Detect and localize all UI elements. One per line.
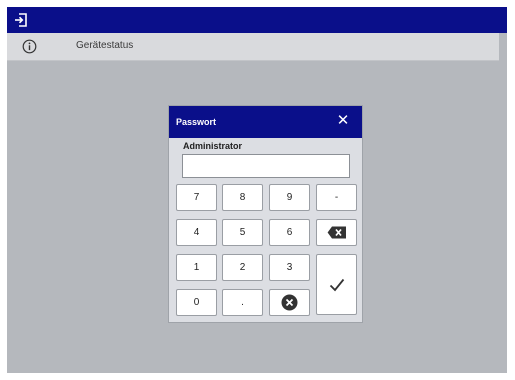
checkmark-icon (329, 278, 345, 292)
info-icon (22, 39, 37, 54)
key-decimal[interactable]: . (222, 289, 263, 316)
close-icon[interactable]: ✕ (334, 112, 352, 130)
key-8[interactable]: 8 (222, 184, 263, 211)
key-minus[interactable]: - (316, 184, 357, 211)
key-7[interactable]: 7 (176, 184, 217, 211)
backspace-icon (327, 226, 347, 239)
key-9[interactable]: 9 (269, 184, 310, 211)
key-0[interactable]: 0 (176, 289, 217, 316)
exit-icon[interactable] (13, 12, 29, 28)
password-input[interactable] (182, 154, 350, 178)
clear-button[interactable] (269, 289, 310, 316)
main-area: Gerätestatus Passwort ✕ Administrator 7 … (7, 33, 507, 373)
user-label: Administrator (183, 141, 243, 151)
confirm-button[interactable] (316, 254, 357, 315)
password-dialog: Passwort ✕ Administrator 7 8 9 - 4 5 6 1… (168, 105, 363, 323)
device-status-bar[interactable]: Gerätestatus (7, 33, 499, 61)
key-1[interactable]: 1 (176, 254, 217, 281)
dialog-header: Passwort ✕ (169, 106, 362, 138)
device-status-label: Gerätestatus (76, 40, 134, 51)
key-3[interactable]: 3 (269, 254, 310, 281)
key-5[interactable]: 5 (222, 219, 263, 246)
backspace-button[interactable] (316, 219, 357, 246)
key-2[interactable]: 2 (222, 254, 263, 281)
dialog-title: Passwort (176, 117, 217, 127)
top-bar (7, 7, 507, 33)
key-4[interactable]: 4 (176, 219, 217, 246)
key-6[interactable]: 6 (269, 219, 310, 246)
clear-icon (281, 294, 298, 311)
